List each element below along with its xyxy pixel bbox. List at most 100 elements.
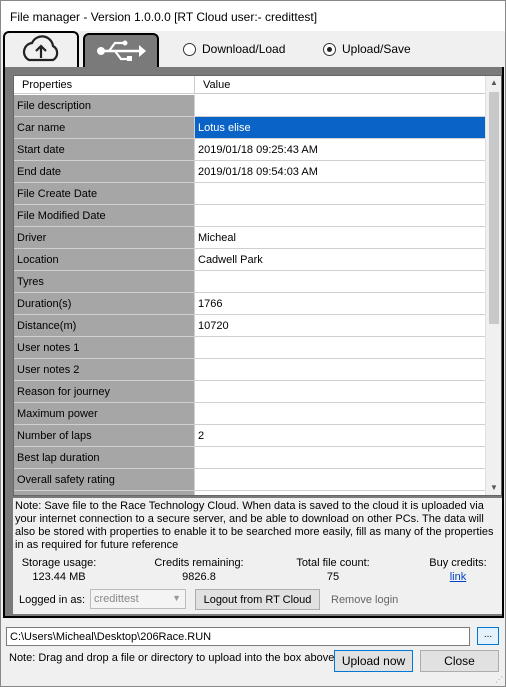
- credits-label: Credits remaining:: [154, 557, 244, 569]
- file-path-input[interactable]: C:\Users\Micheal\Desktop\206Race.RUN: [6, 627, 470, 646]
- table-row[interactable]: Location Cadwell Park: [14, 249, 486, 271]
- property-value[interactable]: [195, 447, 486, 468]
- cloud-info-area: Note: Save file to the Race Technology C…: [13, 498, 502, 614]
- grid-header: Properties Value: [14, 76, 486, 94]
- property-value[interactable]: [195, 205, 486, 226]
- radio-upload-label: Upload/Save: [342, 42, 411, 56]
- property-value[interactable]: 2: [195, 425, 486, 446]
- usb-icon: [97, 40, 146, 61]
- remove-login-button[interactable]: Remove login: [331, 594, 398, 606]
- property-value[interactable]: Cadwell Park: [195, 249, 486, 270]
- table-row[interactable]: End date 2019/01/18 09:54:03 AM: [14, 161, 486, 183]
- resize-grip-icon[interactable]: ⋰: [495, 675, 503, 684]
- property-value[interactable]: [195, 337, 486, 358]
- property-name: Start date: [14, 139, 195, 160]
- table-row[interactable]: File description: [14, 95, 486, 117]
- radio-download-load[interactable]: Download/Load: [183, 41, 285, 57]
- grid-scrollbar[interactable]: ▲ ▼: [485, 76, 501, 495]
- property-name: User notes 2: [14, 359, 195, 380]
- table-row[interactable]: Reason for journey: [14, 381, 486, 403]
- tab-cloud-upload[interactable]: [3, 31, 79, 67]
- radio-download-label: Download/Load: [202, 42, 286, 56]
- storage-value: 123.44 MB: [32, 571, 86, 583]
- save-note: Note: Save file to the Race Technology C…: [15, 500, 494, 551]
- file-count: Total file count: 75: [293, 557, 373, 583]
- logged-in-user: credittest: [94, 593, 139, 605]
- property-name: File description: [14, 95, 195, 116]
- close-button[interactable]: Close: [420, 650, 499, 672]
- property-name: Tyres: [14, 271, 195, 292]
- scroll-thumb[interactable]: [489, 92, 499, 324]
- table-row[interactable]: Start date 2019/01/18 09:25:43 AM: [14, 139, 486, 161]
- table-row[interactable]: File Modified Date: [14, 205, 486, 227]
- property-name: File Create Date: [14, 183, 195, 204]
- property-value[interactable]: [195, 95, 486, 116]
- table-row[interactable]: Overall safety rating: [14, 469, 486, 491]
- property-name: Driver: [14, 227, 195, 248]
- property-value[interactable]: 10720: [195, 315, 486, 336]
- radio-circle-upload[interactable]: [323, 42, 336, 56]
- property-name: Reason for journey: [14, 381, 195, 402]
- file-count-value: 75: [326, 571, 340, 583]
- property-value[interactable]: [195, 271, 486, 292]
- property-name: End date: [14, 161, 195, 182]
- browse-button[interactable]: ...: [477, 627, 499, 645]
- table-row[interactable]: Maximum power: [14, 403, 486, 425]
- property-value[interactable]: 1766: [195, 293, 486, 314]
- property-name: User notes 1: [14, 337, 195, 358]
- header-properties: Properties: [14, 76, 195, 93]
- property-value[interactable]: Lotus elise: [195, 117, 486, 138]
- property-value[interactable]: 2019/01/18 09:54:03 AM: [195, 161, 486, 182]
- table-row[interactable]: Number of laps 2: [14, 425, 486, 447]
- properties-grid[interactable]: Properties Value File description Car nam…: [13, 75, 502, 496]
- logged-in-label: Logged in as:: [19, 594, 86, 606]
- window-title: File manager - Version 1.0.0.0 [RT Cloud…: [1, 1, 505, 31]
- table-row[interactable]: Car name Lotus elise: [14, 117, 486, 139]
- buy-credits: Buy credits: link: [428, 557, 488, 583]
- table-row[interactable]: Description: [14, 491, 486, 495]
- property-value[interactable]: [195, 381, 486, 402]
- table-row[interactable]: User notes 1: [14, 337, 486, 359]
- storage-label: Storage usage:: [21, 557, 97, 569]
- table-row[interactable]: Tyres: [14, 271, 486, 293]
- grid-rows: File description Car name Lotus elise Start…: [14, 95, 486, 495]
- property-name: Maximum power: [14, 403, 195, 424]
- upload-panel: Properties Value File description Car nam…: [3, 67, 504, 618]
- header-value: Value: [203, 79, 231, 91]
- credits-value: 9826.8: [182, 571, 216, 583]
- property-value[interactable]: Micheal: [195, 227, 486, 248]
- property-name: Car name: [14, 117, 195, 138]
- property-value[interactable]: [195, 403, 486, 424]
- upload-now-button[interactable]: Upload now: [334, 650, 413, 672]
- radio-upload-save[interactable]: Upload/Save: [323, 41, 411, 57]
- logged-in-user-select[interactable]: credittest ▼: [90, 589, 186, 609]
- property-value[interactable]: [195, 469, 486, 490]
- property-value[interactable]: [195, 359, 486, 380]
- property-name: Location: [14, 249, 195, 270]
- property-value[interactable]: [195, 183, 486, 204]
- buy-credits-label: Buy credits:: [429, 557, 487, 569]
- property-value[interactable]: 2019/01/18 09:25:43 AM: [195, 139, 486, 160]
- drag-drop-note: Note: Drag and drop a file or directory …: [9, 652, 335, 664]
- buy-credits-link[interactable]: link: [428, 571, 488, 583]
- tab-usb[interactable]: [83, 33, 159, 67]
- table-row[interactable]: Distance(m) 10720: [14, 315, 486, 337]
- logout-button[interactable]: Logout from RT Cloud: [195, 589, 320, 610]
- property-name: File Modified Date: [14, 205, 195, 226]
- table-row[interactable]: Duration(s) 1766: [14, 293, 486, 315]
- table-row[interactable]: Driver Micheal: [14, 227, 486, 249]
- table-row[interactable]: User notes 2: [14, 359, 486, 381]
- credits-remaining: Credits remaining: 9826.8: [149, 557, 249, 583]
- property-name: Overall safety rating: [14, 469, 195, 490]
- scroll-up-icon[interactable]: ▲: [489, 78, 499, 88]
- table-row[interactable]: Best lap duration: [14, 447, 486, 469]
- chevron-down-icon: ▼: [172, 593, 181, 603]
- property-name: Best lap duration: [14, 447, 195, 468]
- property-value[interactable]: [195, 491, 486, 495]
- radio-circle-download[interactable]: [183, 42, 196, 56]
- file-manager-window: File manager - Version 1.0.0.0 [RT Cloud…: [0, 0, 506, 687]
- scroll-down-icon[interactable]: ▼: [489, 483, 499, 493]
- storage-usage: Storage usage: 123.44 MB: [19, 557, 99, 583]
- property-name: Duration(s): [14, 293, 195, 314]
- table-row[interactable]: File Create Date: [14, 183, 486, 205]
